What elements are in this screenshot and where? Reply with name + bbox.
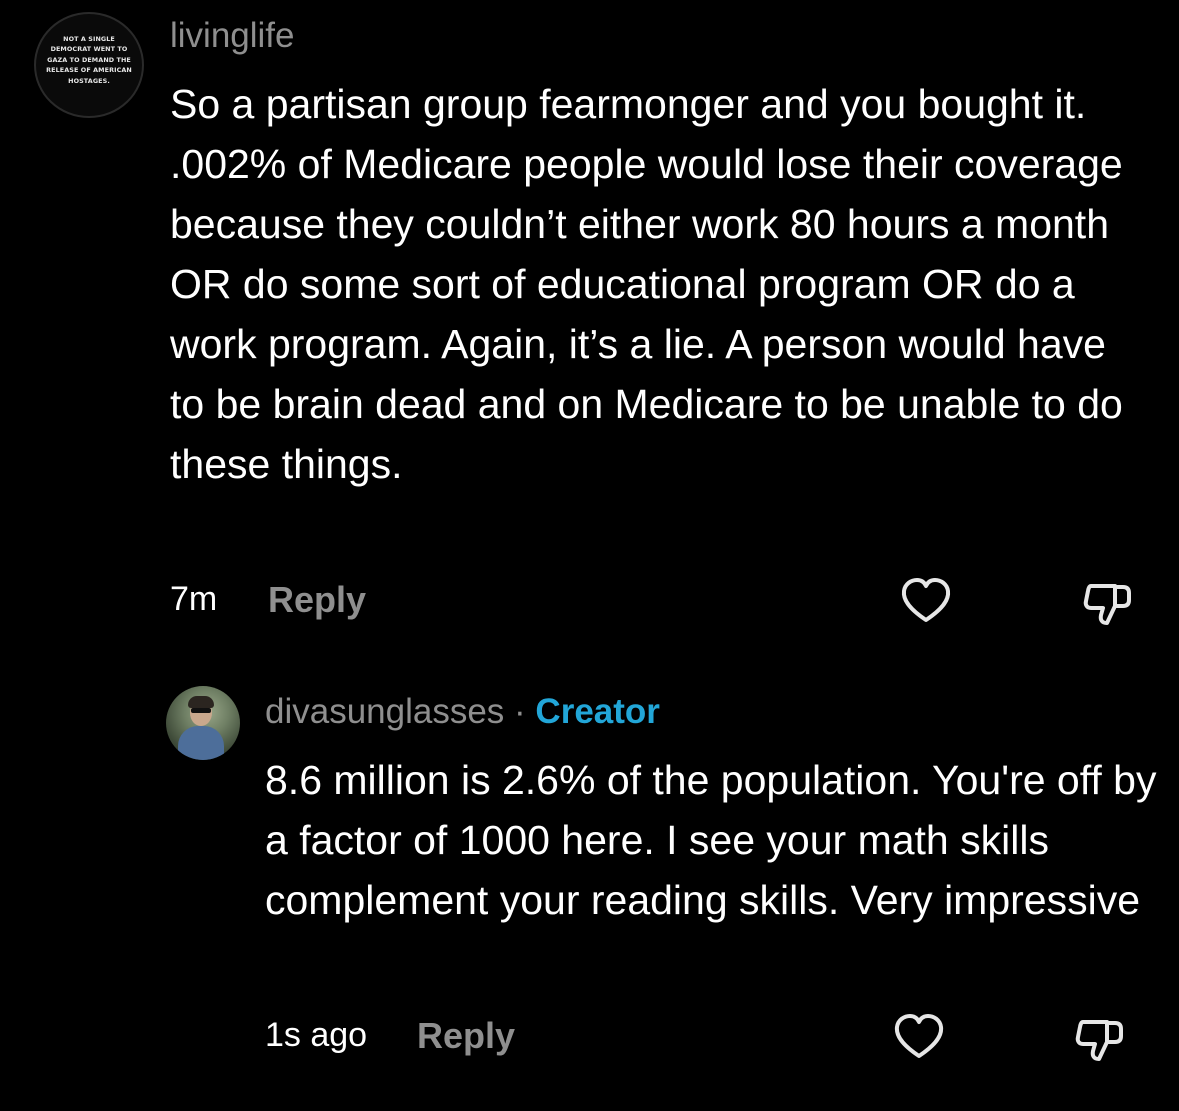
comment-timestamp: 1s ago xyxy=(265,1016,368,1054)
creator-badge: Creator xyxy=(535,692,660,731)
comment-username[interactable]: livinglife xyxy=(170,16,295,56)
comment-timestamp: 7m xyxy=(170,580,218,618)
thumbs-down-outline-icon[interactable] xyxy=(1081,574,1137,630)
thumbs-down-outline-icon[interactable] xyxy=(1073,1010,1129,1066)
reply-button[interactable]: Reply xyxy=(417,1015,515,1057)
comment-body: 8.6 million is 2.6% of the population. Y… xyxy=(265,757,1157,923)
comment-username-row: divasunglasses · Creator xyxy=(265,692,660,732)
avatar-caption-text: NOT A SINGLE DEMOCRAT WENT TO GAZA TO DE… xyxy=(46,35,132,85)
comment-body: So a partisan group fearmonger and you b… xyxy=(170,81,1123,487)
creator-avatar[interactable] xyxy=(166,686,240,760)
heart-outline-icon[interactable] xyxy=(891,1010,947,1066)
user-avatar[interactable]: NOT A SINGLE DEMOCRAT WENT TO GAZA TO DE… xyxy=(34,12,144,118)
separator-dot: · xyxy=(504,692,536,731)
heart-outline-icon[interactable] xyxy=(898,574,954,630)
reply-button[interactable]: Reply xyxy=(268,579,366,621)
comment-item: NOT A SINGLE DEMOCRAT WENT TO GAZA TO DE… xyxy=(0,0,1179,650)
comment-username[interactable]: divasunglasses xyxy=(265,692,504,731)
reply-comment-item: divasunglasses · Creator 8.6 million is … xyxy=(0,670,1179,1111)
